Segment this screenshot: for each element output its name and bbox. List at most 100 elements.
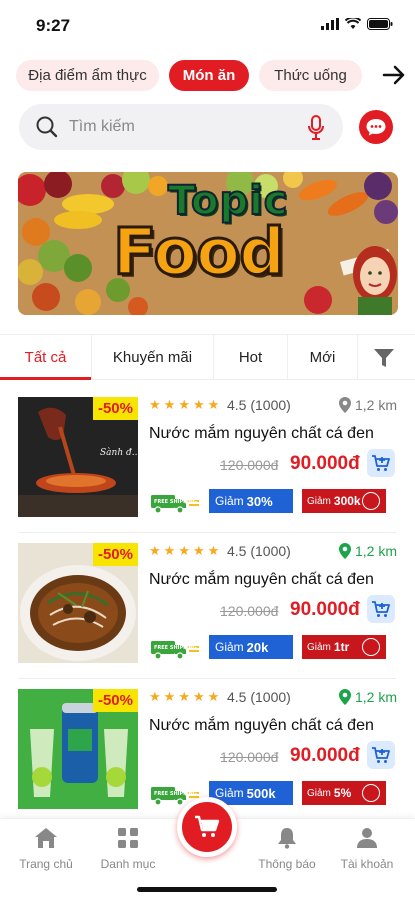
nav-categories[interactable]: Danh mục xyxy=(88,827,168,871)
star-icon: ★ xyxy=(178,689,190,704)
star-icon: ★ xyxy=(192,543,205,558)
home-indicator xyxy=(137,887,277,892)
location-pin-icon xyxy=(338,543,351,559)
nav-account[interactable]: Tài khoản xyxy=(327,827,407,871)
star-icon: ★ xyxy=(163,543,176,558)
search-box xyxy=(19,104,343,150)
free-shipping-text: FREE SHIPPING xyxy=(154,791,197,797)
tab-tat-ca[interactable]: Tất cả xyxy=(0,335,92,380)
nav-notifications[interactable]: Thông báo xyxy=(247,827,327,871)
free-shipping-badge: FREE SHIPPING xyxy=(149,491,201,520)
filter-icon[interactable] xyxy=(373,347,395,369)
product-name[interactable]: Nước mắm nguyên chất cá đen xyxy=(149,717,374,735)
star-icon: ★ xyxy=(149,397,161,412)
coupon-scissor-icon xyxy=(362,492,380,510)
grid-icon xyxy=(118,828,138,848)
rating-stars: ★ ★ ★ ★ ★ xyxy=(149,544,219,558)
new-price: 90.000đ xyxy=(290,745,360,766)
status-time: 9:27 xyxy=(36,16,71,35)
coupon-percent[interactable]: Giảm 30% xyxy=(209,489,293,513)
bell-icon xyxy=(278,828,296,849)
chip-mon-an[interactable]: Món ăn xyxy=(169,60,249,91)
rating-text: 4.5 (1000) xyxy=(227,397,291,413)
add-to-cart-button[interactable] xyxy=(367,741,395,769)
rating-stars: ★ ★ ★ ★ ★ xyxy=(149,398,219,412)
active-tab-indicator xyxy=(0,377,91,380)
tab-hot[interactable]: Hot xyxy=(214,335,288,380)
star-icon: ★ xyxy=(207,397,220,412)
rating-text: 4.5 (1000) xyxy=(227,689,291,705)
tab-khuyen-mai[interactable]: Khuyến mãi xyxy=(92,335,214,380)
coupon-value: 300k xyxy=(333,494,361,508)
battery-icon xyxy=(367,18,393,30)
discount-badge: -50% xyxy=(92,397,138,420)
search-icon xyxy=(36,116,58,138)
star-icon: ★ xyxy=(207,543,220,558)
add-to-cart-button[interactable] xyxy=(367,449,395,477)
coupon-voucher[interactable]: Giảm 5% xyxy=(302,781,386,805)
star-icon: ★ xyxy=(149,689,161,704)
coupon-value: 1tr xyxy=(333,640,350,654)
coupon-percent[interactable]: Giảm 20k xyxy=(209,635,293,659)
nav-home[interactable]: Trang chủ xyxy=(6,827,86,871)
banner-title-bottom: Food xyxy=(112,215,287,292)
product-image[interactable]: Sành đ... -50% xyxy=(18,397,138,517)
distance: 1,2 km xyxy=(338,397,397,413)
coupon-label: Giảm xyxy=(307,787,331,799)
nav-categories-label: Danh mục xyxy=(100,857,156,871)
search-input[interactable] xyxy=(69,104,299,150)
coupon-label: Giảm xyxy=(215,640,244,654)
free-shipping-text: FREE SHIPPING xyxy=(154,499,197,505)
distance-text: 1,2 km xyxy=(354,689,397,705)
free-shipping-text: FREE SHIPPING xyxy=(154,645,197,651)
nav-home-label: Trang chủ xyxy=(19,857,73,871)
promo-banner[interactable]: Topic Food xyxy=(18,172,398,315)
home-icon xyxy=(35,828,57,848)
star-icon: ★ xyxy=(207,689,220,704)
chip-dia-diem-am-thuc[interactable]: Địa điểm ẩm thực xyxy=(16,60,159,91)
nav-account-label: Tài khoản xyxy=(340,857,394,871)
status-bar: 9:27 xyxy=(0,0,415,48)
filter-tabs: Tất cả Khuyến mãi Hot Mới xyxy=(0,334,415,380)
coupon-label: Giảm xyxy=(307,495,331,507)
coupon-value: 500k xyxy=(246,785,276,801)
cart-icon xyxy=(195,815,220,837)
coupon-value: 5% xyxy=(333,786,352,800)
coupon-label: Giảm xyxy=(215,494,244,508)
star-icon: ★ xyxy=(163,397,176,412)
microphone-icon[interactable] xyxy=(307,115,325,141)
status-icons xyxy=(321,18,393,30)
category-chips: Địa điểm ẩm thực Món ăn Thức uống xyxy=(16,60,406,92)
distance-text: 1,2 km xyxy=(354,397,397,413)
location-pin-icon xyxy=(338,397,351,413)
star-icon: ★ xyxy=(192,397,205,412)
new-price: 90.000đ xyxy=(290,599,360,620)
coupon-voucher[interactable]: Giảm 1tr xyxy=(302,635,386,659)
product-card[interactable]: Sành đ... -50% ★ ★ ★ ★ ★ 4.5 (1000) 1,2 km N… xyxy=(0,397,415,537)
signal-icon xyxy=(321,18,339,30)
product-image[interactable]: -50% xyxy=(18,689,138,809)
old-price: 120.000đ xyxy=(220,749,279,765)
add-to-cart-button[interactable] xyxy=(367,595,395,623)
location-pin-icon xyxy=(338,689,351,705)
rating-text: 4.5 (1000) xyxy=(227,543,291,559)
star-icon: ★ xyxy=(178,543,190,558)
arrow-right-icon[interactable] xyxy=(382,64,406,86)
coupon-voucher[interactable]: Giảm 300k xyxy=(302,489,386,513)
distance: 1,2 km xyxy=(338,689,397,705)
divider xyxy=(18,532,396,533)
coupon-scissor-icon xyxy=(362,638,380,656)
cart-button[interactable] xyxy=(177,797,237,857)
divider xyxy=(18,678,396,679)
free-shipping-truck-icon: FREE SHIPPING xyxy=(151,641,199,660)
product-image[interactable]: -50% xyxy=(18,543,138,663)
product-name[interactable]: Nước mắm nguyên chất cá đen xyxy=(149,425,374,443)
chip-thuc-uong[interactable]: Thức uống xyxy=(259,60,362,91)
tab-moi[interactable]: Mới xyxy=(288,335,358,380)
product-name[interactable]: Nước mắm nguyên chất cá đen xyxy=(149,571,374,589)
chat-button[interactable] xyxy=(359,110,393,144)
svg-text:Sành đ...: Sành đ... xyxy=(100,447,138,458)
user-icon xyxy=(357,828,377,848)
add-cart-icon xyxy=(372,601,390,617)
product-card[interactable]: -50% ★ ★ ★ ★ ★ 4.5 (1000) 1,2 km Nước mắm ng… xyxy=(0,543,415,683)
